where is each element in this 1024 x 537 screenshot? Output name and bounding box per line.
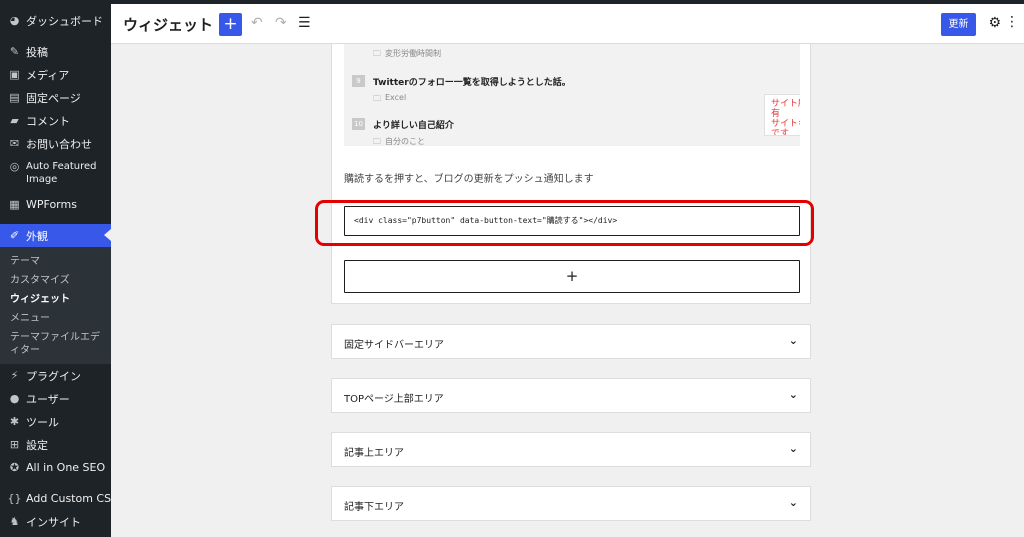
appearance-submenu: テーマ カスタマイズ ウィジェット メニュー テーマファイルエディター [0, 247, 111, 364]
widget-area-card: 🗀 変形労働時間制 9 Twitterのフォロー一覧を取得しようとした話。 🗀 … [331, 44, 811, 304]
notice-line: です [771, 129, 790, 136]
admin-sidebar: ◕ ダッシュボード ✎ 投稿 ▣ メディア ▤ 固定ページ ▰ コメント ✉ お問い合わせ … [0, 4, 111, 537]
sidebar-item-label: インサイト [26, 515, 81, 529]
redo-icon[interactable]: ↷ [275, 15, 287, 31]
widget-area-below-article[interactable]: 記事下エリア ⌄ [331, 486, 811, 521]
plugin-icon: ⚡ [10, 369, 19, 382]
more-options-icon[interactable]: ⋮ [1005, 14, 1019, 30]
sidebar-item-label: ツール [26, 415, 59, 429]
insight-icon: ♞ [9, 515, 20, 528]
media-icon: ▣ [9, 68, 20, 81]
notice-line: サイトキ [771, 119, 800, 129]
sidebar-item-label: Auto Featured Image [26, 161, 97, 185]
sidebar-item-pages[interactable]: ▤ 固定ページ [0, 86, 111, 109]
submenu-item-theme-editor[interactable]: テーマファイルエディター [0, 328, 111, 360]
sidebar-item-label: WPForms [26, 198, 77, 211]
sidebar-item-label: Add Custom CSS [26, 492, 111, 505]
undo-icon[interactable]: ↶ [251, 15, 263, 31]
pin-icon: ✎ [9, 45, 20, 58]
page-title: ウィジェット [123, 16, 214, 34]
update-button[interactable]: 更新 [941, 13, 976, 36]
sidebar-item-contact[interactable]: ✉ お問い合わせ [0, 132, 111, 155]
comment-icon: ▰ [10, 114, 19, 127]
sidebar-item-media[interactable]: ▣ メディア [0, 63, 111, 86]
css-icon: {} [7, 492, 22, 505]
sidebar-item-label: お問い合わせ [26, 137, 92, 151]
image-icon: ◎ [9, 160, 20, 173]
sidebar-item-label: All in One SEO [26, 461, 106, 474]
sidebar-item-users[interactable]: ● ユーザー [0, 387, 111, 410]
notice-line: サイト所有 [771, 99, 800, 119]
user-icon: ● [9, 392, 20, 405]
sidebar-item-label: ダッシュボード [26, 14, 103, 28]
post-rank: 9 [352, 75, 365, 87]
folder-icon: 🗀 [373, 94, 381, 103]
dashboard-icon: ◕ [9, 14, 20, 27]
sidebar-item-add-custom-css[interactable]: {} Add Custom CSS [0, 487, 112, 510]
sidebar-item-tools[interactable]: ✱ ツール [0, 410, 111, 433]
page-icon: ▤ [9, 91, 20, 104]
sidebar-item-settings[interactable]: ⊞ 設定 [0, 433, 111, 456]
sidebar-item-dashboard[interactable]: ◕ ダッシュボード [0, 9, 111, 32]
sidebar-item-wpforms[interactable]: ▦ WPForms [0, 193, 111, 216]
sidebar-item-posts[interactable]: ✎ 投稿 [0, 40, 111, 63]
post-category[interactable]: Excel [385, 93, 406, 102]
post-list-preview: 🗀 変形労働時間制 9 Twitterのフォロー一覧を取得しようとした話。 🗀 … [344, 44, 800, 146]
subscribe-description[interactable]: 購読するを押すと、ブログの更新をプッシュ通知します [344, 170, 594, 185]
post-title[interactable]: より詳しい自己紹介 [373, 118, 454, 131]
sidebar-item-label: コメント [26, 114, 70, 128]
submenu-item-widgets[interactable]: ウィジェット [0, 290, 111, 309]
post-category: 変形労働時間制 [385, 49, 441, 58]
sidebar-item-label: ユーザー [26, 392, 70, 406]
widget-area-label: 固定サイドバーエリア [344, 340, 444, 351]
mail-icon: ✉ [9, 137, 20, 150]
folder-icon: 🗀 [373, 49, 381, 58]
site-notice-box: サイト所有 サイトキ です [764, 94, 800, 136]
sidebar-item-label: 設定 [26, 438, 48, 452]
widget-area-label: 記事上エリア [344, 448, 404, 459]
widget-area-top-page[interactable]: TOPページ上部エリア ⌄ [331, 378, 811, 413]
sidebar-item-label: 固定ページ [26, 91, 81, 105]
chevron-down-icon[interactable]: ⌄ [789, 496, 798, 509]
widget-area-label: 記事下エリア [344, 502, 404, 513]
sidebar-item-appearance[interactable]: ✐ 外観 [0, 224, 111, 247]
add-block-button[interactable]: + [219, 13, 242, 36]
widget-area-above-article[interactable]: 記事上エリア ⌄ [331, 432, 811, 467]
tool-icon: ✱ [9, 415, 20, 428]
submenu-item-themes[interactable]: テーマ [0, 252, 111, 271]
submenu-item-menus[interactable]: メニュー [0, 309, 111, 328]
sidebar-item-insight[interactable]: ♞ インサイト [0, 510, 111, 533]
chevron-down-icon[interactable]: ⌄ [789, 442, 798, 455]
editor-header: ウィジェット + ↶ ↷ ☰ 更新 ⚙ ⋮ [111, 4, 1024, 44]
post-rank: 10 [352, 118, 365, 130]
post-title[interactable]: Twitterのフォロー一覧を取得しようとした話。 [373, 75, 571, 88]
seo-icon: ✪ [9, 461, 20, 474]
widget-area-fixed-sidebar[interactable]: 固定サイドバーエリア ⌄ [331, 324, 811, 359]
chevron-down-icon[interactable]: ⌄ [789, 388, 798, 401]
sidebar-item-label: 外観 [26, 229, 48, 243]
sidebar-item-label: メディア [26, 68, 70, 82]
sidebar-item-comments[interactable]: ▰ コメント [0, 109, 111, 132]
chevron-down-icon[interactable]: ⌄ [789, 334, 798, 347]
block-appender-button[interactable]: + [344, 260, 800, 293]
sidebar-item-all-in-one-seo[interactable]: ✪ All in One SEO [0, 456, 111, 479]
post-category[interactable]: 自分のこと [385, 136, 425, 146]
submenu-item-customize[interactable]: カスタマイズ [0, 271, 111, 290]
appearance-icon: ✐ [9, 229, 20, 242]
list-view-icon[interactable]: ☰ [298, 15, 311, 31]
gear-icon[interactable]: ⚙ [988, 15, 1001, 31]
settings-icon: ⊞ [9, 438, 20, 451]
sidebar-item-label: 投稿 [26, 45, 48, 59]
sidebar-item-label: プラグイン [26, 369, 81, 383]
form-icon: ▦ [9, 198, 20, 211]
folder-icon: 🗀 [373, 137, 381, 146]
red-highlight-outline [315, 200, 814, 246]
widget-area-label: TOPページ上部エリア [344, 394, 444, 405]
sidebar-item-plugins[interactable]: ⚡ プラグイン [0, 364, 111, 387]
sidebar-item-auto-featured-image[interactable]: ◎ Auto Featured Image [0, 155, 111, 193]
